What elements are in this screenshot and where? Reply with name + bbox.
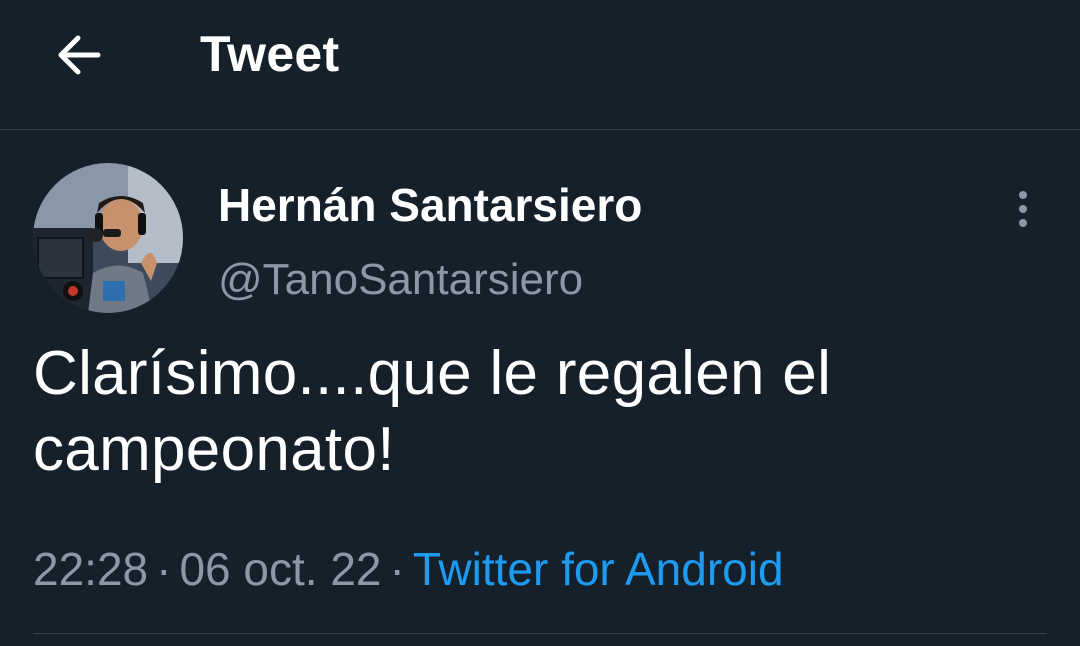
author-handle[interactable]: @TanoSantarsiero bbox=[218, 253, 583, 307]
arrow-left-icon bbox=[58, 35, 101, 75]
author-display-name[interactable]: Hernán Santarsiero bbox=[218, 178, 642, 232]
meta-separator: · bbox=[156, 543, 172, 595]
tweet-source-link[interactable]: Twitter for Android bbox=[413, 543, 784, 595]
top-app-bar: Tweet bbox=[0, 0, 1080, 130]
avatar[interactable] bbox=[33, 163, 183, 313]
back-button[interactable] bbox=[48, 24, 110, 86]
tweet-text: Clarísimo....que le regalen el campeonat… bbox=[33, 339, 832, 484]
divider bbox=[33, 633, 1047, 634]
profile-photo bbox=[33, 163, 183, 313]
meta-separator: · bbox=[389, 543, 405, 595]
tweet-time[interactable]: 22:28 bbox=[33, 543, 148, 595]
tweet-date[interactable]: 06 oct. 22 bbox=[179, 543, 381, 595]
more-options-button[interactable] bbox=[1000, 186, 1046, 232]
more-vertical-icon bbox=[1019, 191, 1027, 227]
tweet-detail-screen: Tweet Hernán Santarsiero @TanoSantarsier… bbox=[0, 0, 1080, 646]
page-title: Tweet bbox=[200, 26, 340, 82]
tweet-metadata: 22:28 · 06 oct. 22 · Twitter for Android bbox=[33, 540, 784, 598]
